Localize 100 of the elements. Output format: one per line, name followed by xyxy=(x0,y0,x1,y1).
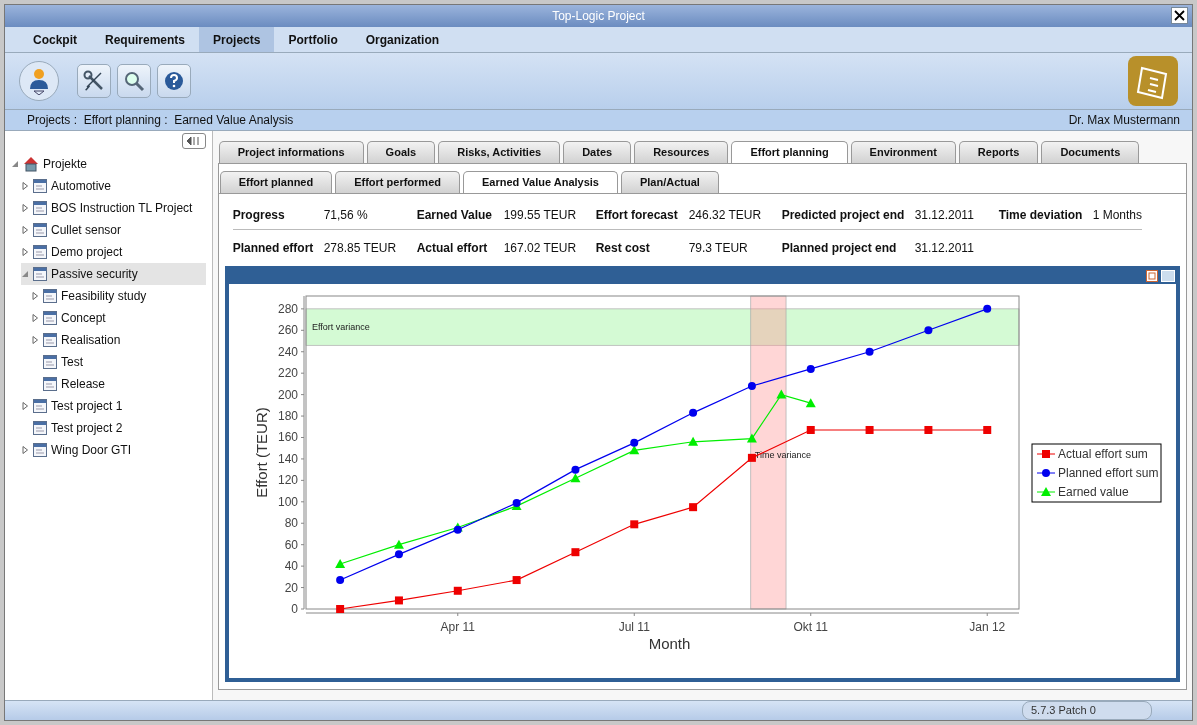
tree-item[interactable]: Cullet sensor xyxy=(21,219,206,241)
menu-tab[interactable]: Requirements xyxy=(91,27,200,52)
tree-item[interactable]: Realisation xyxy=(31,329,206,351)
y-tick-label: 120 xyxy=(277,473,298,488)
y-tick-label: 140 xyxy=(277,451,298,466)
point xyxy=(775,389,786,399)
point xyxy=(688,503,697,512)
tab[interactable]: Resources xyxy=(634,141,729,163)
point xyxy=(571,465,580,474)
stat-value: 79.3 TEUR xyxy=(688,240,749,257)
stat-label: Actual effort xyxy=(416,240,489,257)
window-title: Top-Logic Project xyxy=(552,8,645,25)
point xyxy=(393,539,404,549)
tree-item[interactable]: Passive security xyxy=(21,263,206,285)
tab[interactable]: Effort planned xyxy=(219,171,333,193)
tab[interactable]: Risks, Activities xyxy=(438,141,561,163)
point xyxy=(924,326,933,335)
tree-item[interactable]: Projekte xyxy=(11,153,206,175)
point xyxy=(982,304,991,313)
tree-item[interactable]: Demo project xyxy=(21,241,206,263)
legend-label: Planned effort sum xyxy=(1057,466,1159,480)
y-tick-label: 40 xyxy=(284,559,298,574)
tab[interactable]: Earned Value Analysis xyxy=(463,171,618,193)
tree-item[interactable]: Feasibility study xyxy=(31,285,206,307)
x-tick-label: Jul 11 xyxy=(618,620,650,634)
point xyxy=(982,425,991,434)
y-tick-label: 180 xyxy=(277,409,298,424)
y-tick-label: 80 xyxy=(284,516,298,531)
stat-value: 31.12.2011 xyxy=(914,206,975,224)
y-tick-label: 0 xyxy=(290,602,298,616)
tab[interactable]: Effort planning xyxy=(731,141,848,163)
y-tick-label: 100 xyxy=(277,494,298,509)
y-tick-label: 220 xyxy=(277,366,298,381)
point xyxy=(335,576,344,585)
stat-value: 1 Months xyxy=(1092,206,1142,224)
tree-item[interactable]: Test project 2 xyxy=(21,417,206,439)
tab[interactable]: Goals xyxy=(366,141,436,163)
point xyxy=(571,548,580,557)
point xyxy=(394,596,403,605)
stat-value: 167.02 TEUR xyxy=(503,240,578,257)
x-tick-label: Okt 11 xyxy=(793,620,828,634)
menu-tab[interactable]: Cockpit xyxy=(19,27,91,52)
point xyxy=(512,576,521,585)
point xyxy=(747,382,756,391)
y-tick-label: 240 xyxy=(277,344,298,359)
tree-item[interactable]: Test xyxy=(31,351,206,373)
stat-label: Time deviation xyxy=(998,206,1084,224)
x-axis-title: Month xyxy=(648,635,690,652)
point xyxy=(806,425,815,434)
x-tick-label: Jan 12 xyxy=(968,620,1006,634)
point xyxy=(865,347,874,356)
point xyxy=(570,473,581,483)
stat-value: 71,56 % xyxy=(323,206,369,224)
stat-label: Planned effort xyxy=(232,240,315,257)
tree-item[interactable]: Release xyxy=(31,373,206,395)
tree-item[interactable]: Automotive xyxy=(21,175,206,197)
y-axis-title: Effort (TEUR) xyxy=(252,407,270,498)
tree-item[interactable]: Test project 1 xyxy=(21,395,206,417)
legend-label: Actual effort sum xyxy=(1057,447,1148,461)
user-name: Dr. Max Mustermann xyxy=(1068,112,1180,129)
y-tick-label: 20 xyxy=(284,580,298,595)
tab[interactable]: Environment xyxy=(850,141,956,163)
stat-label: Effort forecast xyxy=(595,206,679,224)
menu-tab[interactable]: Projects xyxy=(199,27,275,52)
point xyxy=(453,586,462,595)
tab[interactable]: Documents xyxy=(1041,141,1140,163)
y-tick-label: 280 xyxy=(277,301,298,316)
point xyxy=(924,425,933,434)
point xyxy=(688,408,697,417)
stat-label: Planned project end xyxy=(781,240,898,257)
tree-item[interactable]: Concept xyxy=(31,307,206,329)
tab[interactable]: Effort performed xyxy=(335,171,460,193)
tab[interactable]: Dates xyxy=(563,141,632,163)
stat-label: Earned Value xyxy=(416,206,493,224)
point xyxy=(629,520,638,529)
point xyxy=(335,605,344,613)
point xyxy=(746,433,757,443)
point xyxy=(629,438,638,447)
effort-variance-band: Effort variance xyxy=(305,308,1019,346)
breadcrumb: Projects : Effort planning : Earned Value Analysis xyxy=(26,112,294,129)
tree-item[interactable]: BOS Instruction TL Project xyxy=(21,197,206,219)
stat-value: 278.85 TEUR xyxy=(323,240,398,257)
y-tick-label: 160 xyxy=(277,430,298,445)
tab[interactable]: Plan/Actual xyxy=(620,171,719,193)
stat-value: 199.55 TEUR xyxy=(503,206,578,224)
stat-label: Predicted project end xyxy=(781,206,906,224)
tab[interactable]: Reports xyxy=(958,141,1039,163)
menu-tab[interactable]: Portfolio xyxy=(274,27,352,52)
point xyxy=(628,445,639,455)
stat-value: 246.32 TEUR xyxy=(688,206,763,224)
x-tick-label: Apr 11 xyxy=(440,620,475,634)
y-tick-label: 60 xyxy=(284,537,298,552)
point xyxy=(806,364,815,373)
band-label: Effort variance xyxy=(311,322,370,333)
menu-tab[interactable]: Organization xyxy=(351,27,454,52)
tab[interactable]: Project informations xyxy=(218,141,364,163)
point xyxy=(865,425,874,434)
stat-label: Rest cost xyxy=(595,240,651,257)
tree-item[interactable]: Wing Door GTI xyxy=(21,439,206,461)
point xyxy=(512,498,521,507)
